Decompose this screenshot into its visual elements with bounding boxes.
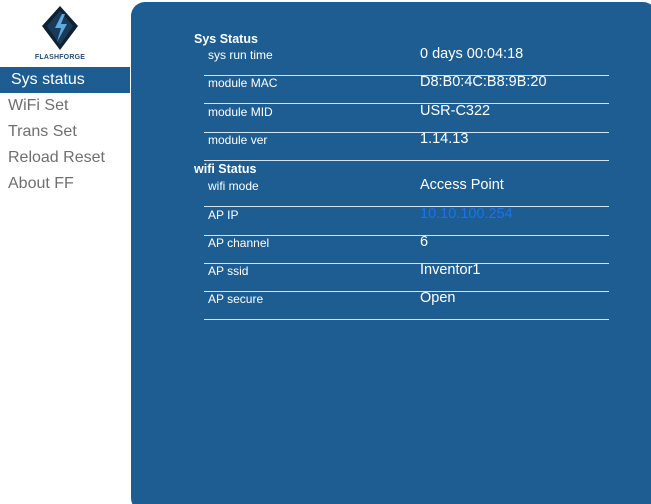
logo: FLASHFORGE bbox=[0, 6, 130, 64]
row-label: AP ssid bbox=[208, 264, 249, 278]
row-divider bbox=[204, 319, 609, 320]
row-value: USR-C322 bbox=[420, 103, 491, 119]
row-label: AP secure bbox=[208, 292, 264, 306]
sys-status-title: Sys Status bbox=[194, 32, 258, 46]
status-row-ap-secure: AP secure Open bbox=[204, 290, 609, 320]
row-value: 6 bbox=[420, 234, 429, 250]
ap-ip-link[interactable]: 10.10.100.254 bbox=[420, 206, 513, 222]
status-row-module-mid: module MID USR-C322 bbox=[204, 103, 609, 133]
status-panel: Sys Status sys run time 0 days 00:04:18 … bbox=[131, 2, 651, 504]
row-label: wifi mode bbox=[208, 179, 259, 193]
row-label: module MID bbox=[208, 105, 273, 119]
sidebar: FLASHFORGE Sys status WiFi Set Trans Set… bbox=[0, 0, 130, 504]
row-value: Inventor1 bbox=[420, 262, 481, 278]
logo-text: FLASHFORGE bbox=[34, 54, 86, 61]
row-value: Access Point bbox=[420, 177, 504, 193]
status-row-ap-channel: AP channel 6 bbox=[204, 234, 609, 264]
row-label: module ver bbox=[208, 133, 268, 147]
sidebar-item-sys-status[interactable]: Sys status bbox=[0, 67, 130, 93]
row-label: module MAC bbox=[208, 76, 278, 90]
row-label: AP channel bbox=[208, 236, 270, 250]
sidebar-item-reload-reset[interactable]: Reload Reset bbox=[0, 145, 130, 171]
row-divider bbox=[204, 206, 609, 207]
wifi-status-title: wifi Status bbox=[194, 162, 257, 176]
status-row-sys-run-time: sys run time 0 days 00:04:18 bbox=[204, 46, 609, 76]
row-value: Open bbox=[420, 290, 456, 306]
row-label: AP IP bbox=[208, 208, 239, 222]
row-divider bbox=[204, 160, 609, 161]
row-value: 0 days 00:04:18 bbox=[420, 46, 524, 62]
page: FLASHFORGE Sys status WiFi Set Trans Set… bbox=[0, 0, 651, 504]
row-divider bbox=[204, 103, 609, 104]
sidebar-item-about-ff[interactable]: About FF bbox=[0, 171, 130, 197]
status-row-module-mac: module MAC D8:B0:4C:B8:9B:20 bbox=[204, 74, 609, 104]
flashforge-logo-icon bbox=[42, 6, 78, 50]
status-row-ap-ip: AP IP 10.10.100.254 bbox=[204, 206, 609, 236]
status-row-wifi-mode: wifi mode Access Point bbox=[204, 177, 609, 207]
sidebar-item-trans-set[interactable]: Trans Set bbox=[0, 119, 130, 145]
sidebar-item-wifi-set[interactable]: WiFi Set bbox=[0, 93, 130, 119]
sidebar-nav: Sys status WiFi Set Trans Set Reload Res… bbox=[0, 67, 130, 197]
status-row-ap-ssid: AP ssid Inventor1 bbox=[204, 262, 609, 292]
row-value: 1.14.13 bbox=[420, 131, 469, 147]
row-label: sys run time bbox=[208, 48, 273, 62]
row-value: D8:B0:4C:B8:9B:20 bbox=[420, 74, 547, 90]
status-row-module-ver: module ver 1.14.13 bbox=[204, 131, 609, 161]
